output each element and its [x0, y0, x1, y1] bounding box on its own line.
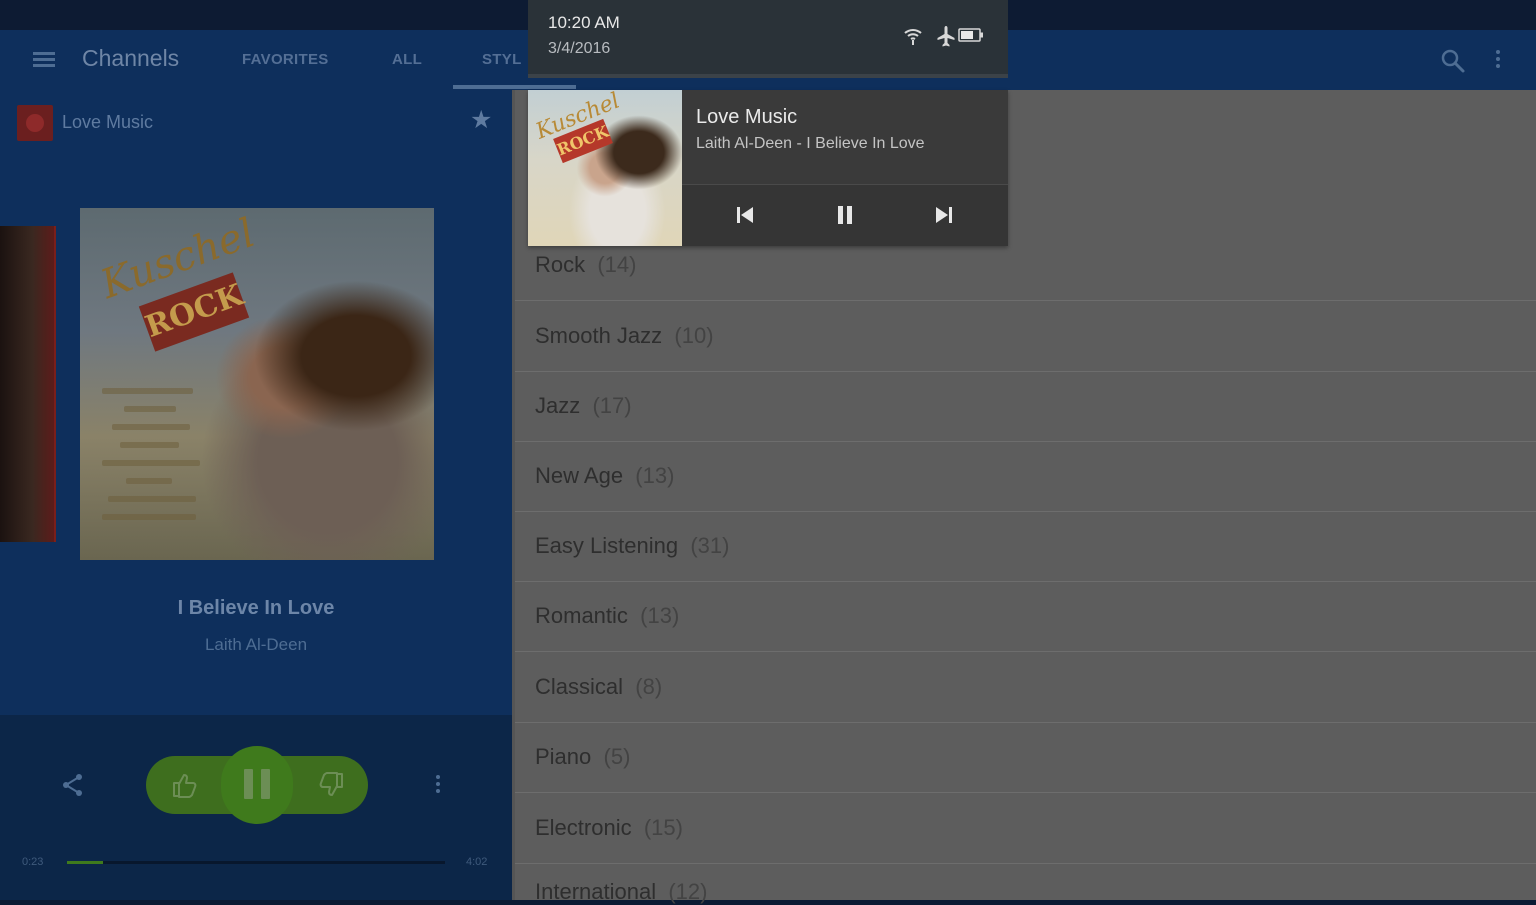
style-name: New Age: [535, 463, 624, 488]
more-options-icon[interactable]: [434, 775, 442, 797]
menu-icon[interactable]: [33, 52, 55, 68]
style-name: Electronic: [535, 815, 632, 840]
previous-album-cover[interactable]: [0, 226, 56, 542]
tab-styles[interactable]: STYL: [482, 51, 522, 68]
list-item[interactable]: Classical (8): [515, 652, 1536, 723]
style-count: (17): [592, 393, 632, 418]
list-item[interactable]: New Age (13): [515, 441, 1536, 512]
airplane-icon: [936, 25, 956, 47]
skip-next-icon[interactable]: [932, 203, 956, 227]
notification-header: [528, 0, 1008, 74]
style-name: Rock: [535, 252, 586, 277]
style-name: Jazz: [535, 393, 581, 418]
progress-bar[interactable]: [67, 861, 445, 864]
station-name: Love Music: [62, 112, 154, 132]
style-name: International: [535, 879, 657, 904]
style-count: (10): [674, 323, 714, 348]
date: 3/4/2016: [548, 40, 611, 57]
media-notification[interactable]: Kuschel ROCK Love Music Laith Al-Deen - …: [528, 90, 1008, 246]
list-item[interactable]: Easy Listening (31): [515, 511, 1536, 582]
search-icon[interactable]: [1440, 48, 1466, 74]
tab-favorites[interactable]: FAVORITES: [242, 51, 329, 68]
pause-button[interactable]: [242, 769, 272, 799]
clock: 10:20 AM: [548, 13, 620, 32]
list-item[interactable]: Electronic (15): [515, 793, 1536, 864]
wifi-icon: [903, 26, 923, 46]
style-count: (13): [640, 603, 680, 628]
list-item[interactable]: Smooth Jazz (10): [515, 301, 1536, 372]
style-count: (12): [668, 879, 708, 904]
share-icon[interactable]: [60, 772, 86, 798]
active-tab-indicator: [453, 85, 576, 89]
overflow-menu-icon[interactable]: [1494, 50, 1502, 72]
style-count: (31): [690, 533, 730, 558]
album-cover: Kuschel ROCK: [80, 208, 434, 560]
total-time: 4:02: [466, 856, 488, 868]
song-title: I Believe In Love: [177, 597, 335, 619]
elapsed-time: 0:23: [22, 856, 44, 868]
style-name: Easy Listening: [535, 533, 679, 558]
notification-title: Love Music: [696, 106, 798, 128]
notification-album-art: Kuschel ROCK: [528, 90, 682, 246]
style-count: (15): [643, 815, 683, 840]
list-item[interactable]: International (12): [515, 863, 1536, 904]
style-name: Classical: [535, 674, 624, 699]
tab-all[interactable]: ALL: [392, 51, 422, 68]
style-count: (14): [597, 252, 637, 277]
list-item[interactable]: Jazz (17): [515, 371, 1536, 442]
list-item[interactable]: Romantic (13): [515, 581, 1536, 652]
notification-subtitle: Laith Al-Deen - I Believe In Love: [696, 135, 925, 152]
pause-icon[interactable]: [833, 203, 857, 227]
style-count: (13): [635, 463, 675, 488]
album-tracklist: [102, 388, 232, 532]
thumbs-up-icon[interactable]: [168, 769, 200, 801]
style-name: Romantic: [535, 603, 628, 628]
song-artist: Laith Al-Deen: [204, 635, 308, 654]
style-name: Piano: [535, 744, 592, 769]
page-title: Channels: [82, 45, 180, 71]
list-item[interactable]: Piano (5): [515, 722, 1536, 793]
player-controls: 0:23 4:02: [0, 715, 512, 900]
skip-previous-icon[interactable]: [733, 203, 757, 227]
style-count: (8): [635, 674, 663, 699]
now-playing-panel: Love Music ★ Kuschel ROCK I Believe In L…: [0, 90, 512, 715]
style-count: (5): [603, 744, 631, 769]
style-name: Smooth Jazz: [535, 323, 663, 348]
notification-controls: [682, 185, 1008, 246]
progress-fill: [67, 861, 103, 864]
thumbs-down-icon[interactable]: [316, 769, 348, 801]
battery-icon: [958, 28, 984, 42]
favorite-star-icon[interactable]: ★: [470, 108, 492, 133]
station-thumbnail: [17, 105, 53, 141]
divider: [528, 74, 1008, 78]
